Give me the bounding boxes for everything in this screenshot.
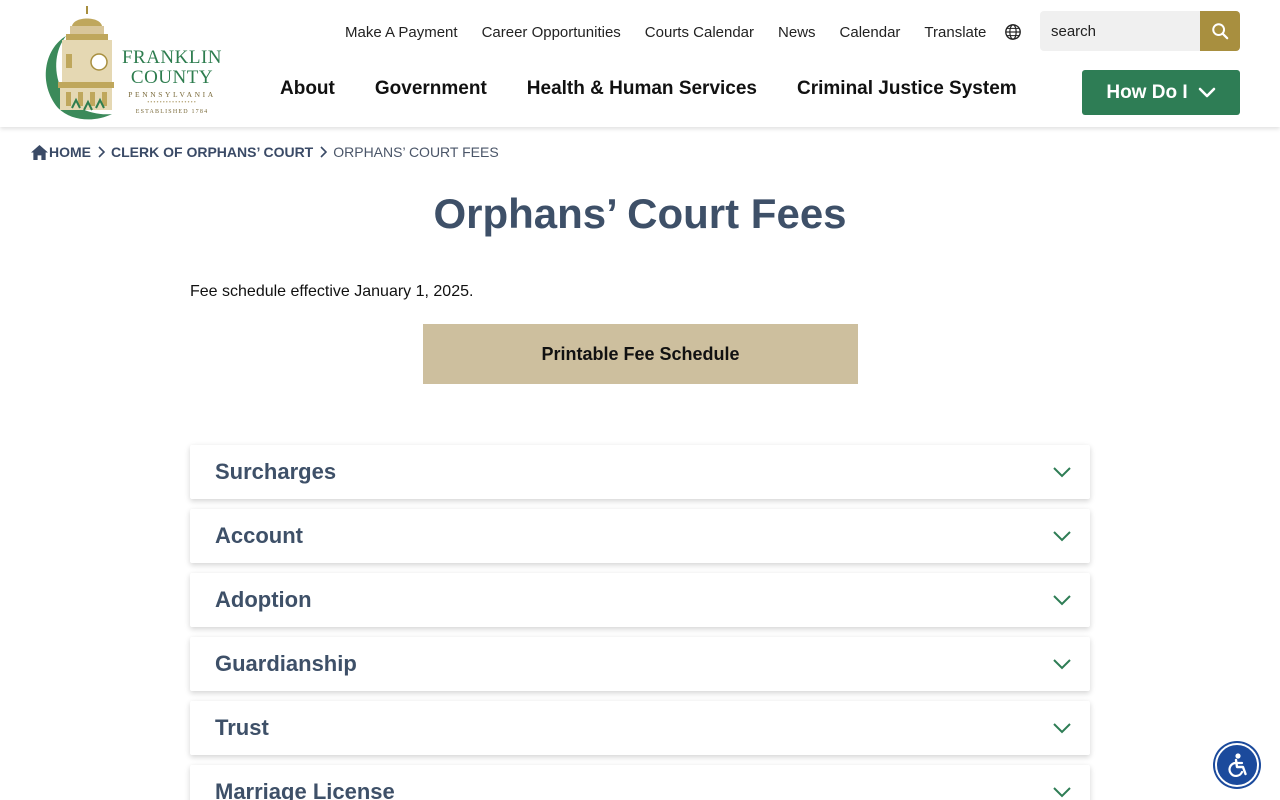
utility-nav: Make A Payment Career Opportunities Cour… — [345, 21, 1022, 43]
search-button[interactable] — [1200, 11, 1240, 51]
chevron-down-icon — [1053, 723, 1071, 734]
nav-item-about[interactable]: About — [280, 78, 335, 100]
breadcrumb-clerk-of-orphans-court[interactable]: CLERK OF ORPHANS’ COURT — [111, 144, 313, 160]
breadcrumb-separator — [319, 146, 328, 158]
accordion-label: Trust — [215, 715, 269, 740]
breadcrumb-separator — [97, 146, 105, 158]
accessibility-button[interactable] — [1215, 743, 1259, 787]
chevron-down-icon — [1198, 87, 1215, 97]
search-icon — [1212, 23, 1229, 40]
chevron-down-icon — [1053, 659, 1071, 670]
logo-line-county: COUNTY — [130, 67, 214, 88]
fee-schedule-intro: Fee schedule effective January 1, 2025. — [190, 283, 474, 300]
search-input[interactable] — [1040, 11, 1200, 51]
logo-line-established: ESTABLISHED 1784 — [135, 109, 209, 115]
accordion-item-surcharges[interactable]: Surcharges — [190, 445, 1090, 499]
utility-link-make-a-payment[interactable]: Make A Payment — [345, 24, 458, 41]
chevron-down-icon — [1053, 531, 1071, 542]
accordion-label: Marriage License — [215, 779, 395, 800]
logo-wordmark: FRANKLIN COUNTY PENNSYLVANIA •••••••••••… — [120, 47, 224, 116]
home-icon — [31, 144, 48, 160]
nav-item-criminal-justice-system[interactable]: Criminal Justice System — [797, 78, 1017, 100]
chevron-down-icon — [1053, 467, 1071, 478]
accordion-label: Guardianship — [215, 651, 357, 676]
utility-link-translate[interactable]: Translate — [924, 24, 986, 41]
globe-icon[interactable] — [1004, 23, 1022, 41]
breadcrumb-current: ORPHANS’ COURT FEES — [333, 144, 499, 160]
utility-link-courts-calendar[interactable]: Courts Calendar — [645, 24, 754, 41]
accessibility-icon — [1228, 753, 1247, 777]
accordion-item-account[interactable]: Account — [190, 509, 1090, 563]
chevron-down-icon — [1053, 787, 1071, 798]
utility-link-career-opportunities[interactable]: Career Opportunities — [482, 24, 621, 41]
chevron-down-icon — [1053, 595, 1071, 606]
franklin-county-logo[interactable]: FRANKLIN COUNTY PENNSYLVANIA •••••••••••… — [36, 4, 226, 122]
logo-dots: •••••••••••••••• — [147, 100, 197, 106]
utility-link-calendar[interactable]: Calendar — [840, 24, 901, 41]
main-nav: About Government Health & Human Services… — [280, 78, 1057, 100]
chevron-right-icon — [320, 146, 328, 158]
accordion-label: Account — [215, 523, 303, 548]
nav-item-government[interactable]: Government — [375, 78, 487, 100]
accordion-item-marriage-license[interactable]: Marriage License — [190, 765, 1090, 800]
breadcrumb: HOME CLERK OF ORPHANS’ COURT ORPHANS’ CO… — [30, 142, 499, 162]
logo-line-franklin: FRANKLIN — [121, 47, 223, 68]
logo-line-pennsylvania: PENNSYLVANIA — [128, 90, 216, 99]
breadcrumb-home-label: HOME — [49, 144, 91, 160]
utility-link-news[interactable]: News — [778, 24, 816, 41]
accordion-label: Adoption — [215, 587, 312, 612]
accordion-label: Surcharges — [215, 459, 337, 484]
site-header: FRANKLIN COUNTY PENNSYLVANIA •••••••••••… — [0, 0, 1280, 127]
how-do-i-button[interactable]: How Do I — [1082, 70, 1240, 115]
nav-item-health-human-services[interactable]: Health & Human Services — [527, 78, 757, 100]
accordion-item-adoption[interactable]: Adoption — [190, 573, 1090, 627]
chevron-right-icon — [98, 146, 105, 158]
breadcrumb-home[interactable]: HOME — [30, 144, 91, 161]
fees-accordion: Surcharges Account Adoption Guardianship… — [190, 445, 1090, 800]
search-form — [1040, 11, 1240, 51]
page-title: Orphans’ Court Fees — [433, 190, 847, 237]
printable-fee-schedule-button[interactable]: Printable Fee Schedule — [423, 324, 858, 384]
how-do-i-label: How Do I — [1106, 81, 1188, 103]
accordion-item-guardianship[interactable]: Guardianship — [190, 637, 1090, 691]
accordion-item-trust[interactable]: Trust — [190, 701, 1090, 755]
